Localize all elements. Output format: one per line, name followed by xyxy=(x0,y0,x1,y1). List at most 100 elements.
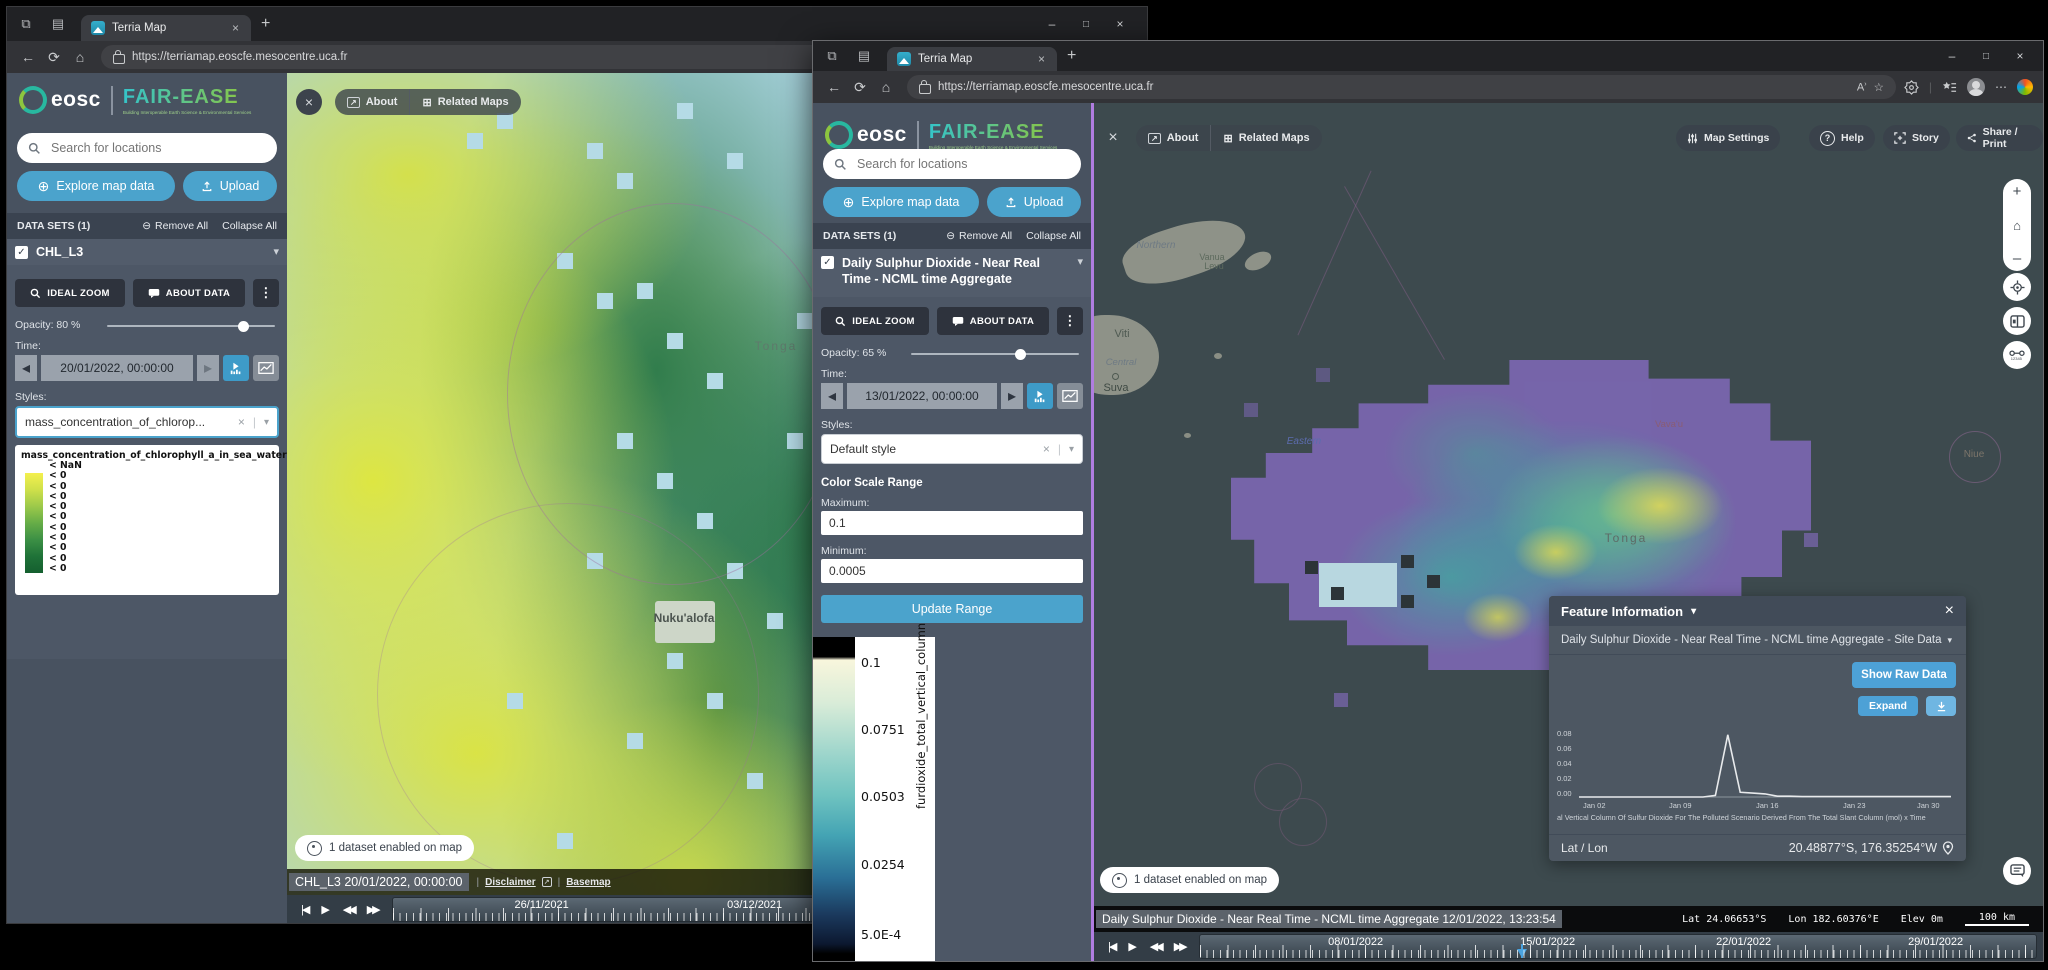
timeline-play-button[interactable] xyxy=(223,355,249,381)
search-input[interactable] xyxy=(49,140,266,156)
browser-tab[interactable]: Terria Map × xyxy=(81,15,251,41)
chevron-down-icon[interactable]: ▾ xyxy=(264,417,269,428)
workspaces-icon[interactable]: ⧉ xyxy=(13,13,39,35)
tab-close-icon[interactable]: × xyxy=(1036,52,1047,66)
about-button[interactable]: ↗About xyxy=(1136,125,1210,151)
read-aloud-icon[interactable]: A› xyxy=(1857,81,1867,94)
about-data-button[interactable]: ABOUT DATA xyxy=(133,279,245,307)
close-feature-info-icon[interactable]: × xyxy=(1945,602,1954,620)
home-icon[interactable]: ⌂ xyxy=(67,49,93,65)
maximize-button[interactable]: □ xyxy=(1969,51,2003,62)
chevron-down-icon[interactable]: ▾ xyxy=(1691,606,1696,617)
home-icon[interactable]: ⌂ xyxy=(873,79,899,95)
collapse-all-button[interactable]: Collapse All xyxy=(222,220,277,232)
time-next-button[interactable]: ▸ xyxy=(1001,383,1023,409)
update-range-button[interactable]: Update Range xyxy=(821,595,1083,623)
remove-all-button[interactable]: ⊖Remove All xyxy=(946,230,1012,242)
timeline-ruler[interactable]: 08/01/2022 15/01/2022 22/01/2022 29/01/2… xyxy=(1199,934,2037,959)
map-settings-button[interactable]: Map Settings xyxy=(1676,125,1780,151)
timeline-play-button[interactable] xyxy=(1027,383,1053,409)
maximize-button[interactable]: □ xyxy=(1069,19,1103,30)
help-button[interactable]: ? Help xyxy=(1809,125,1875,151)
favorites-bar-icon[interactable] xyxy=(1942,80,1957,95)
measure-tool-button[interactable]: 12345 xyxy=(2003,341,2031,369)
feature-chart-line[interactable] xyxy=(1579,723,1951,803)
skip-start-button[interactable]: |◀ xyxy=(1108,940,1115,953)
style-select[interactable]: mass_concentration_of_chlorop... × | ▾ xyxy=(15,406,279,438)
close-button[interactable]: × xyxy=(1103,17,1137,31)
chevron-down-icon[interactable]: ▾ xyxy=(1077,255,1083,268)
dataset-checkbox[interactable]: ✓ xyxy=(821,256,834,269)
zoom-in-button[interactable]: + xyxy=(2013,183,2022,200)
clear-style-icon[interactable]: × xyxy=(1043,442,1050,456)
reload-icon[interactable]: ⟳ xyxy=(847,79,873,96)
new-tab-button[interactable]: + xyxy=(261,15,270,33)
time-next-button[interactable]: ▸ xyxy=(197,355,219,381)
fast-forward-button[interactable]: ▶▶ xyxy=(1174,940,1185,953)
right-map[interactable]: Northern Vanua Levu Viti Central Suva Ea… xyxy=(1094,103,2043,961)
chevron-down-icon[interactable]: ▾ xyxy=(273,245,279,258)
address-bar[interactable]: https://terriamap.eoscfe.mesocentre.uca.… xyxy=(101,45,825,69)
opacity-slider[interactable] xyxy=(911,353,1079,355)
chart-button[interactable] xyxy=(1057,383,1083,409)
minimize-button[interactable]: – xyxy=(1035,17,1069,31)
play-button[interactable]: ▶ xyxy=(1128,940,1136,953)
copilot-icon[interactable] xyxy=(2017,79,2033,95)
expand-button[interactable]: Expand xyxy=(1858,696,1918,716)
download-button[interactable] xyxy=(1926,696,1956,716)
collapse-sidebar-button[interactable]: × xyxy=(1100,125,1126,151)
show-raw-data-button[interactable]: Show Raw Data xyxy=(1852,662,1956,688)
remove-all-button[interactable]: ⊖Remove All xyxy=(142,220,208,232)
dataset-enabled-pill[interactable]: 1 dataset enabled on map xyxy=(295,835,474,861)
rewind-button[interactable]: ◀◀ xyxy=(343,903,354,916)
feedback-button[interactable] xyxy=(2003,857,2031,885)
minimize-button[interactable]: – xyxy=(1935,49,1969,63)
collapse-all-button[interactable]: Collapse All xyxy=(1026,230,1081,242)
tab-search-icon[interactable]: ▤ xyxy=(851,45,877,67)
back-icon[interactable]: ← xyxy=(821,79,847,95)
play-button[interactable]: ▶ xyxy=(321,903,329,916)
skip-start-button[interactable]: |◀ xyxy=(301,903,308,916)
disclaimer-link[interactable]: Disclaimer xyxy=(485,877,536,888)
chart-button[interactable] xyxy=(253,355,279,381)
basemap-link[interactable]: Basemap xyxy=(566,877,610,888)
profile-avatar[interactable] xyxy=(1967,78,1985,96)
dataset-enabled-pill[interactable]: 1 dataset enabled on map xyxy=(1100,867,1279,893)
browser-essentials-icon[interactable] xyxy=(1904,80,1919,95)
location-search[interactable] xyxy=(17,133,277,163)
chevron-down-icon[interactable]: ▾ xyxy=(1069,444,1074,455)
related-maps-button[interactable]: ⊞Related Maps xyxy=(409,89,520,115)
back-icon[interactable]: ← xyxy=(15,49,41,65)
explore-map-data-button[interactable]: ⊕ Explore map data xyxy=(17,171,175,201)
dataset-checkbox[interactable]: ✓ xyxy=(15,246,28,259)
browser-tab[interactable]: Terria Map × xyxy=(887,47,1057,71)
clear-style-icon[interactable]: × xyxy=(238,415,245,429)
related-maps-button[interactable]: ⊞Related Maps xyxy=(1210,125,1321,151)
locate-me-button[interactable] xyxy=(2003,273,2031,301)
browser-menu-icon[interactable]: ⋯ xyxy=(1995,80,2007,94)
dataset-header-row[interactable]: ✓ CHL_L3 ▾ xyxy=(7,239,287,265)
collapse-sidebar-button[interactable]: × xyxy=(296,89,322,115)
time-marker[interactable] xyxy=(1517,949,1527,958)
maximum-input[interactable] xyxy=(821,511,1083,535)
close-button[interactable]: × xyxy=(2003,49,2037,63)
story-button[interactable]: Story xyxy=(1883,125,1950,151)
minimum-input[interactable] xyxy=(821,559,1083,583)
split-screen-button[interactable] xyxy=(2003,307,2031,335)
zoom-out-button[interactable]: – xyxy=(2013,250,2021,267)
time-prev-button[interactable]: ◂ xyxy=(15,355,37,381)
share-print-button[interactable]: Share / Print xyxy=(1956,125,2043,151)
feature-info-header[interactable]: Feature Information ▾ × xyxy=(1549,596,1966,626)
dataset-kebab-button[interactable]: ⋮ xyxy=(1057,307,1083,335)
time-prev-button[interactable]: ◂ xyxy=(821,383,843,409)
address-bar[interactable]: https://terriamap.eoscfe.mesocentre.uca.… xyxy=(907,75,1896,99)
rewind-button[interactable]: ◀◀ xyxy=(1150,940,1161,953)
style-select[interactable]: Default style × | ▾ xyxy=(821,434,1083,464)
about-button[interactable]: ↗About xyxy=(335,89,409,115)
dataset-kebab-button[interactable]: ⋮ xyxy=(253,279,279,307)
feature-source-row[interactable]: Daily Sulphur Dioxide - Near Real Time -… xyxy=(1549,626,1966,655)
new-tab-button[interactable]: + xyxy=(1067,47,1076,65)
upload-button[interactable]: Upload xyxy=(987,187,1081,217)
search-input[interactable] xyxy=(855,156,1070,172)
tab-search-icon[interactable]: ▤ xyxy=(45,13,71,35)
